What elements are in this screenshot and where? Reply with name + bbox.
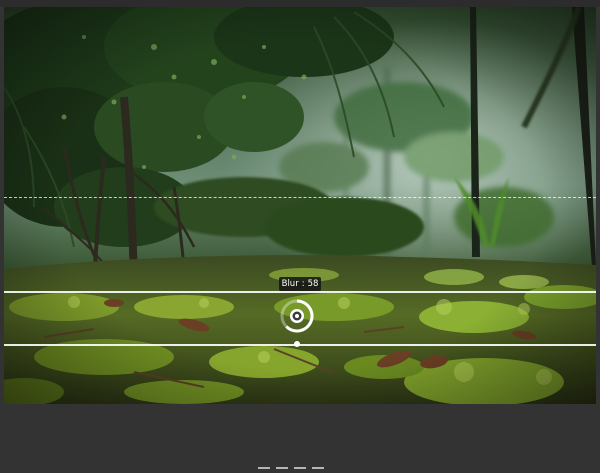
blur-strength-handle[interactable] xyxy=(294,341,300,347)
grip-segment xyxy=(294,467,306,469)
bottom-panel xyxy=(0,404,600,473)
photo-editor: Blur:58 xyxy=(0,0,600,473)
grip-segment xyxy=(312,467,324,469)
blur-pin-icon[interactable] xyxy=(278,297,316,335)
image-canvas[interactable]: Blur:58 xyxy=(4,7,596,404)
grip-segment xyxy=(258,467,270,469)
grip-segment xyxy=(276,467,288,469)
drag-handle-icon[interactable] xyxy=(258,467,330,469)
top-bar xyxy=(0,0,600,7)
forest-photo xyxy=(4,7,596,404)
